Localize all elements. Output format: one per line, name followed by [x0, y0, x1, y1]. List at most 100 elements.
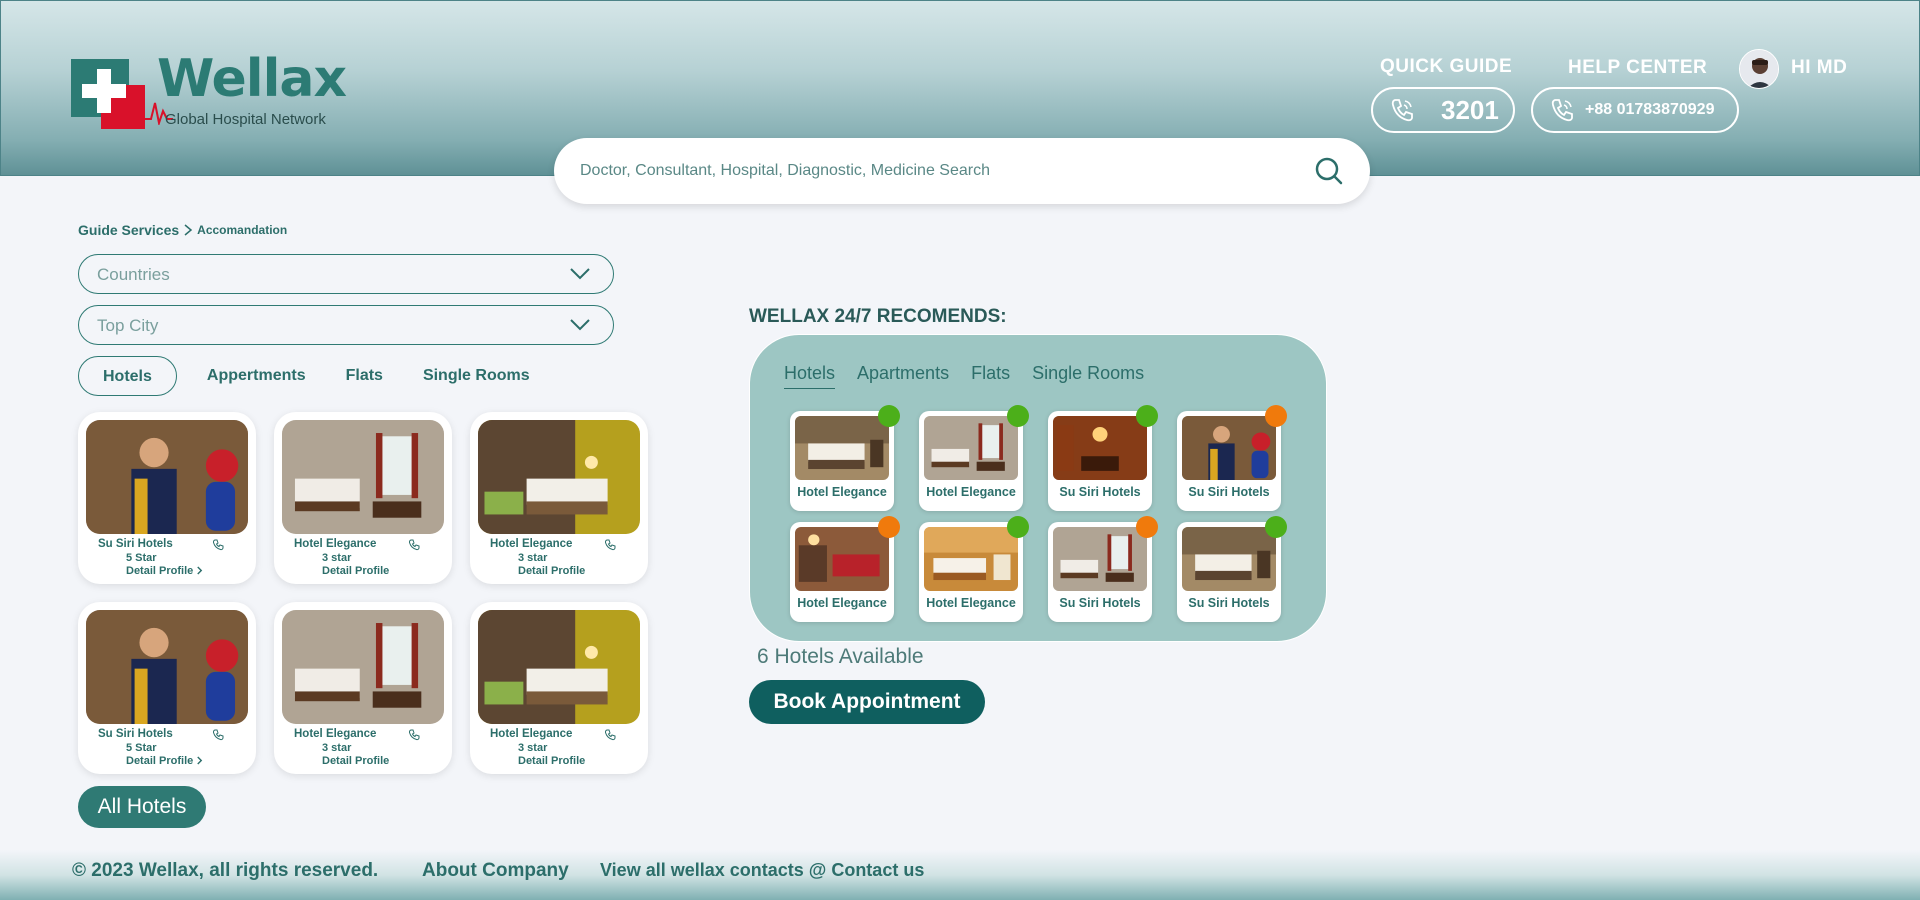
hotel-card[interactable]: Su Siri Hotels 5 Star Detail Profile [78, 412, 256, 584]
hotel-card[interactable]: Su Siri Hotels 5 Star Detail Profile [78, 602, 256, 774]
city-select-placeholder: Top City [97, 316, 159, 335]
hotel-photo[interactable] [86, 610, 248, 724]
detail-profile-link[interactable]: Detail Profile [126, 565, 203, 577]
user-greeting[interactable]: HI MD [1791, 57, 1847, 79]
detail-profile-link[interactable]: Detail Profile [322, 755, 389, 767]
quick-guide-link[interactable]: QUICK GUIDE [1380, 56, 1512, 78]
footer-about-link[interactable]: About Company [422, 860, 569, 882]
tab-single-rooms[interactable]: Single Rooms [403, 356, 550, 396]
recommends-tabs: Hotels Apartments Flats Single Rooms [784, 363, 1144, 389]
hotel-name: Hotel Elegance [294, 538, 377, 550]
avatar-icon [1740, 50, 1778, 88]
detail-profile-label: Detail Profile [126, 755, 194, 767]
hotel-photo[interactable] [478, 610, 640, 724]
chevron-right-icon [193, 565, 203, 577]
hotel-photo[interactable] [282, 420, 444, 534]
breadcrumb-root[interactable]: Guide Services [78, 222, 179, 238]
phone-icon [1391, 99, 1413, 122]
recommended-hotel-card[interactable]: Hotel Elegance [919, 405, 1029, 511]
hotels-available-count: 6 Hotels Available [757, 645, 924, 668]
recommended-hotel-card[interactable]: Su Siri Hotels [1048, 516, 1158, 622]
hotel-card[interactable]: Hotel Elegance 3 star Detail Profile [274, 602, 452, 774]
breadcrumb: Guide Services Accomandation [78, 222, 287, 238]
hotel-photo[interactable] [924, 527, 1018, 591]
hotel-rating: 3 star [322, 552, 352, 564]
phone-icon[interactable] [604, 728, 616, 741]
hotel-rating: 3 star [322, 742, 352, 754]
hotel-photo[interactable] [795, 416, 889, 480]
phone-icon[interactable] [408, 538, 420, 551]
chevron-right-icon [184, 224, 193, 236]
all-hotels-button[interactable]: All Hotels [78, 786, 206, 828]
city-select[interactable]: Top City [78, 305, 614, 345]
phone-icon[interactable] [212, 538, 224, 551]
detail-profile-link[interactable]: Detail Profile [518, 565, 585, 577]
hotel-card[interactable]: Hotel Elegance 3 star Detail Profile [470, 412, 648, 584]
recommended-hotel-card[interactable]: Hotel Elegance [790, 405, 900, 511]
detail-profile-link[interactable]: Detail Profile [126, 755, 203, 767]
detail-profile-link[interactable]: Detail Profile [518, 755, 585, 767]
chevron-down-icon [570, 319, 590, 331]
hotel-name: Hotel Elegance [294, 728, 377, 740]
availability-status-dot [1136, 516, 1158, 538]
quick-guide-call-button[interactable]: 3201 [1371, 87, 1515, 133]
search-input[interactable] [580, 156, 1280, 186]
hotel-name: Hotel Elegance [926, 485, 1016, 499]
recommends-title: WELLAX 24/7 RECOMENDS: [749, 306, 1007, 327]
phone-icon[interactable] [408, 728, 420, 741]
detail-profile-label: Detail Profile [518, 755, 586, 767]
hotel-card[interactable]: Hotel Elegance 3 star Detail Profile [470, 602, 648, 774]
hotel-name: Hotel Elegance [490, 538, 573, 550]
hotel-photo[interactable] [1182, 416, 1276, 480]
search-icon[interactable] [1314, 156, 1344, 186]
hotel-photo[interactable] [1053, 527, 1147, 591]
tab-appertments[interactable]: Appertments [187, 356, 326, 396]
rec-tab-single-rooms[interactable]: Single Rooms [1032, 363, 1144, 389]
book-appointment-button[interactable]: Book Appointment [749, 680, 985, 724]
detail-profile-label: Detail Profile [518, 565, 586, 577]
country-select[interactable]: Countries [78, 254, 614, 294]
hotel-name: Su Siri Hotels [98, 728, 173, 740]
wellax-logo[interactable]: Wellax Global Hospital Network [71, 49, 351, 135]
search-bar [554, 138, 1370, 204]
hotel-photo[interactable] [1182, 527, 1276, 591]
hotel-photo[interactable] [795, 527, 889, 591]
hotel-name: Su Siri Hotels [1188, 596, 1270, 610]
rec-tab-apartments[interactable]: Apartments [857, 363, 949, 389]
hotel-photo[interactable] [924, 416, 1018, 480]
footer-copyright: © 2023 Wellax, all rights reserved. [72, 860, 379, 881]
detail-profile-link[interactable]: Detail Profile [322, 565, 389, 577]
availability-status-dot [1007, 405, 1029, 427]
rec-tab-flats[interactable]: Flats [971, 363, 1010, 389]
hotel-name: Hotel Elegance [490, 728, 573, 740]
tab-hotels[interactable]: Hotels [78, 356, 177, 396]
country-select-placeholder: Countries [97, 265, 170, 284]
hotel-photo[interactable] [1053, 416, 1147, 480]
phone-icon[interactable] [604, 538, 616, 551]
hotel-photo[interactable] [86, 420, 248, 534]
hotel-card[interactable]: Hotel Elegance 3 star Detail Profile [274, 412, 452, 584]
hotel-photo[interactable] [478, 420, 640, 534]
hotel-name: Su Siri Hotels [1059, 485, 1141, 499]
chevron-down-icon [570, 268, 590, 280]
recommended-hotel-card[interactable]: Su Siri Hotels [1177, 405, 1287, 511]
availability-status-dot [878, 405, 900, 427]
recommends-panel: Hotels Apartments Flats Single Rooms Hot… [749, 334, 1327, 642]
footer-contacts-link[interactable]: View all wellax contacts @ Contact us [600, 860, 924, 881]
phone-icon[interactable] [212, 728, 224, 741]
recommended-hotel-card[interactable]: Hotel Elegance [919, 516, 1029, 622]
recommended-hotel-card[interactable]: Su Siri Hotels [1048, 405, 1158, 511]
help-center-link[interactable]: HELP CENTER [1568, 57, 1707, 79]
recommended-hotel-card[interactable]: Hotel Elegance [790, 516, 900, 622]
rec-tab-hotels[interactable]: Hotels [784, 363, 836, 389]
hotel-photo[interactable] [282, 610, 444, 724]
hotel-name: Su Siri Hotels [1059, 596, 1141, 610]
availability-status-dot [878, 516, 900, 538]
hotel-rating: 5 Star [126, 552, 157, 564]
hotel-name: Hotel Elegance [797, 485, 887, 499]
user-avatar[interactable] [1739, 49, 1779, 89]
recommended-hotel-card[interactable]: Su Siri Hotels [1177, 516, 1287, 622]
tab-flats[interactable]: Flats [326, 356, 403, 396]
help-center-call-button[interactable]: +88 01783870929 [1531, 87, 1739, 133]
availability-status-dot [1136, 405, 1158, 427]
